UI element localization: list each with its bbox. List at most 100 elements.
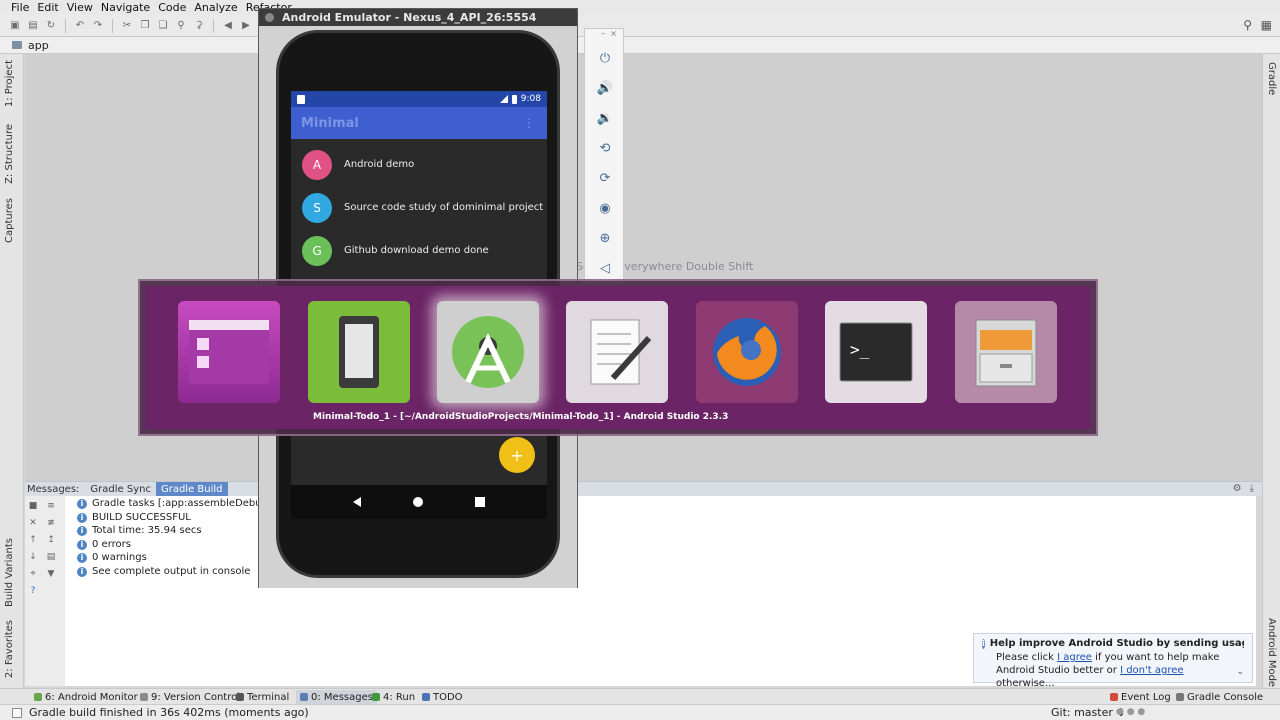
list-item: i See complete output in console xyxy=(77,566,250,577)
down-icon[interactable]: ↓ xyxy=(27,551,39,563)
messages-title: Messages: xyxy=(27,483,80,495)
emulator-controls: – × ⏻ 🔊 🔉 ⟲ ⟳ ◉ ⊕ ◁ xyxy=(584,28,624,285)
git-branch[interactable]: Git: master ↕ xyxy=(1051,706,1126,719)
volume-up-icon[interactable]: 🔊 xyxy=(595,78,615,98)
settings-icon[interactable]: ⚙ xyxy=(1233,483,1242,494)
emulator-titlebar[interactable]: Android Emulator - Nexus_4_API_26:5554 xyxy=(259,9,577,26)
breadcrumb-app[interactable]: app xyxy=(28,39,49,52)
disagree-link[interactable]: I don't agree xyxy=(1120,665,1183,676)
print-icon[interactable]: ▤ xyxy=(45,551,57,563)
list-item[interactable]: A Android demo xyxy=(291,143,547,186)
tab-version-control[interactable]: 9: Version Control xyxy=(136,690,244,704)
cut-icon[interactable]: ✂ xyxy=(120,19,134,33)
menu-view[interactable]: View xyxy=(67,1,93,14)
terminal-icon xyxy=(236,693,244,701)
copy-icon[interactable]: ❐ xyxy=(138,19,152,33)
redo-icon[interactable]: ↷ xyxy=(91,19,105,33)
sync-icon[interactable]: ↻ xyxy=(44,19,58,33)
back-icon[interactable] xyxy=(353,497,361,507)
text-editor-icon[interactable] xyxy=(566,301,668,403)
save-icon[interactable]: ▤ xyxy=(26,19,40,33)
export-icon[interactable]: ↥ xyxy=(45,534,57,546)
todo-text: Source code study of dominimal project xyxy=(344,202,544,213)
home-icon[interactable] xyxy=(413,497,423,507)
menu-navigate[interactable]: Navigate xyxy=(101,1,150,14)
message-text[interactable]: See complete output in console xyxy=(92,566,250,577)
overflow-menu-icon[interactable]: ⋮ xyxy=(523,116,535,130)
back-icon[interactable]: ◁ xyxy=(595,258,615,278)
list-item[interactable]: G Github download demo done xyxy=(291,229,547,272)
menu-edit[interactable]: Edit xyxy=(37,1,58,14)
rotate-right-icon[interactable]: ⟳ xyxy=(595,168,615,188)
menu-file[interactable]: File xyxy=(11,1,29,14)
notification-body: Please click I agree if you want to help… xyxy=(996,651,1244,690)
zoom-icon[interactable]: ⊕ xyxy=(595,228,615,248)
phone-app-icon[interactable] xyxy=(308,301,410,403)
todo-text: Github download demo done xyxy=(344,245,489,256)
filter-icon[interactable]: ▼ xyxy=(45,568,57,580)
pin-icon[interactable]: ⌖ xyxy=(27,568,39,580)
paste-icon[interactable]: ❑ xyxy=(156,19,170,33)
add-todo-button[interactable]: + xyxy=(499,437,535,473)
undo-icon[interactable]: ↶ xyxy=(73,19,87,33)
tab-gradle-console[interactable]: Gradle Console xyxy=(1172,690,1267,704)
tab-gradle[interactable]: Gradle xyxy=(1266,62,1277,95)
expand-all-icon[interactable]: ≡ xyxy=(45,500,57,512)
tab-todo[interactable]: TODO xyxy=(418,690,467,704)
close-icon[interactable]: × xyxy=(610,29,617,41)
power-icon[interactable]: ⏻ xyxy=(595,48,615,68)
replace-icon[interactable]: ⚳ xyxy=(192,19,206,33)
rerun-icon[interactable]: ■ xyxy=(27,500,39,512)
info-icon: i xyxy=(77,552,87,563)
chevron-down-icon[interactable]: ⌄ xyxy=(1236,667,1244,677)
menu-code[interactable]: Code xyxy=(158,1,186,14)
search-everywhere-icon[interactable]: ⚲ xyxy=(1243,18,1252,32)
sd-card-icon xyxy=(297,94,305,104)
recent-apps-icon[interactable] xyxy=(475,497,485,507)
rotate-left-icon[interactable]: ⟲ xyxy=(595,138,615,158)
back-nav-icon[interactable]: ◀ xyxy=(221,19,235,33)
tab-structure[interactable]: Z: Structure xyxy=(4,124,15,184)
tab-favorites[interactable]: 2: Favorites xyxy=(4,620,15,678)
terminal-icon[interactable]: >_ xyxy=(825,301,927,403)
forward-nav-icon[interactable]: ▶ xyxy=(239,19,253,33)
volume-down-icon[interactable]: 🔉 xyxy=(595,108,615,128)
up-icon[interactable]: ↑ xyxy=(27,534,39,546)
tab-android-model[interactable]: Android Model xyxy=(1266,618,1277,690)
tab-run[interactable]: 4: Run xyxy=(368,690,419,704)
menu-analyze[interactable]: Analyze xyxy=(194,1,237,14)
find-icon[interactable]: ⚲ xyxy=(174,19,188,33)
firefox-icon[interactable] xyxy=(696,301,798,403)
app-bar: Minimal ⋮ xyxy=(291,107,547,139)
hide-panel-icon[interactable]: ⤓ xyxy=(1250,483,1254,494)
tab-terminal[interactable]: Terminal xyxy=(232,690,293,704)
help-icon[interactable]: ? xyxy=(27,585,39,597)
minimize-icon[interactable]: – xyxy=(601,29,605,41)
info-icon: i xyxy=(77,566,87,577)
tab-label: 0: Messages xyxy=(311,691,373,703)
agree-link[interactable]: I agree xyxy=(1057,652,1092,663)
tab-build-variants[interactable]: Build Variants xyxy=(4,538,15,607)
camera-icon[interactable]: ◉ xyxy=(595,198,615,218)
notification-text: Please click xyxy=(996,652,1058,663)
layout-icon[interactable]: ▦ xyxy=(1261,18,1272,32)
android-studio-icon[interactable] xyxy=(437,301,539,403)
battery-icon xyxy=(511,94,517,104)
close-icon[interactable] xyxy=(265,13,274,22)
close-icon[interactable]: ✕ xyxy=(27,517,39,529)
tab-gradle-build[interactable]: Gradle Build xyxy=(155,481,228,497)
tab-android-monitor[interactable]: 6: Android Monitor xyxy=(30,690,142,704)
files-app-icon[interactable] xyxy=(178,301,280,403)
open-folder-icon[interactable]: ▣ xyxy=(8,19,22,33)
tab-messages[interactable]: 0: Messages xyxy=(296,690,377,704)
tab-project[interactable]: 1: Project xyxy=(4,60,15,107)
emulator-title: Android Emulator - Nexus_4_API_26:5554 xyxy=(282,11,537,24)
messages-side-toolbar: ■ ≡ ✕ ≢ ↑ ↥ ↓ ▤ ⌖ ▼ ? xyxy=(25,496,65,686)
toggle-tool-windows-icon[interactable] xyxy=(12,708,22,718)
tab-gradle-sync[interactable]: Gradle Sync xyxy=(85,482,156,497)
tab-event-log[interactable]: Event Log xyxy=(1106,690,1175,704)
tab-captures[interactable]: Captures xyxy=(4,198,15,243)
file-cabinet-icon[interactable] xyxy=(955,301,1057,403)
collapse-all-icon[interactable]: ≢ xyxy=(45,517,57,529)
list-item[interactable]: S Source code study of dominimal project xyxy=(291,186,547,229)
